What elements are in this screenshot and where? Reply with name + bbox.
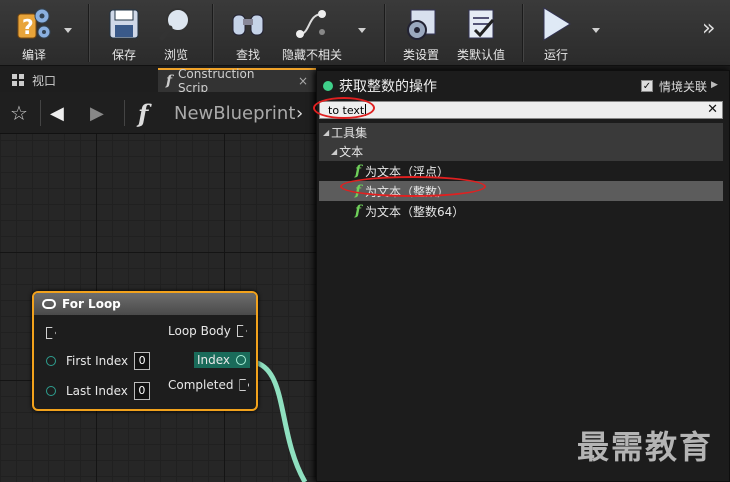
tree-item-row[interactable]: f 为文本（整数64） (319, 201, 723, 221)
popup-header: 获取整数的操作 ✓ 情境关联 ▶ (317, 71, 729, 101)
search-highlight-ellipse (313, 97, 375, 119)
action-menu-popup: 获取整数的操作 ✓ 情境关联 ▶ to text ✕ ◢ 工具集 ◢ 文本 f … (316, 70, 730, 482)
exec-pin-icon (46, 327, 56, 339)
node-header: For Loop (34, 293, 256, 315)
function-icon: f (355, 163, 362, 179)
status-dot-icon (323, 81, 333, 91)
int-pin-icon (236, 355, 247, 365)
int-pin-icon (46, 356, 56, 366)
pin-label: Completed (168, 378, 234, 392)
last-index-value[interactable]: 0 (133, 382, 150, 400)
exec-pin-icon (236, 325, 247, 337)
exec-input-pin[interactable] (46, 327, 56, 339)
node-title: For Loop (62, 297, 121, 311)
category-label: 工具集 (331, 126, 368, 140)
pin-label: Index (197, 353, 231, 367)
completed-output[interactable]: Completed (168, 378, 250, 392)
pin-label: First Index (66, 354, 129, 368)
tree-subcategory-row[interactable]: ◢ 文本 (319, 142, 723, 161)
first-index-value[interactable]: 0 (134, 352, 151, 370)
tree-category-row[interactable]: ◢ 工具集 (319, 123, 723, 142)
loop-body-output[interactable]: Loop Body (168, 324, 247, 338)
context-sensitive-label: 情境关联 (659, 80, 708, 94)
subcategory-label: 文本 (339, 145, 364, 159)
first-index-input[interactable]: First Index 0 (46, 352, 151, 370)
function-icon: f (355, 203, 362, 219)
tree-item-label: 为文本（整数64） (365, 204, 465, 219)
action-search-input[interactable]: to text ✕ (319, 101, 723, 119)
watermark-logo: 最需教育 (577, 428, 714, 466)
context-sensitive-checkbox[interactable]: ✓ (641, 80, 653, 92)
context-expand-arrow-icon[interactable]: ▶ (711, 80, 718, 90)
pin-label: Last Index (66, 384, 128, 398)
popup-title: 获取整数的操作 (339, 79, 437, 95)
collapse-triangle-icon: ◢ (323, 128, 330, 137)
last-index-input[interactable]: Last Index 0 (46, 382, 150, 400)
loop-icon (42, 299, 56, 309)
for-loop-node[interactable]: For Loop Loop Body First Index 0 Index L… (32, 291, 258, 411)
action-tree: ◢ 工具集 ◢ 文本 f 为文本（浮点） f 为文本（整数） f 为文本（整数6… (319, 123, 723, 221)
index-output[interactable]: Index (194, 352, 251, 368)
pin-label: Loop Body (168, 324, 231, 338)
clear-search-icon[interactable]: ✕ (707, 102, 718, 117)
collapse-triangle-icon: ◢ (331, 147, 338, 156)
exec-pin-icon (239, 379, 250, 391)
int-pin-icon (46, 386, 56, 396)
item-highlight-ellipse (340, 176, 486, 197)
